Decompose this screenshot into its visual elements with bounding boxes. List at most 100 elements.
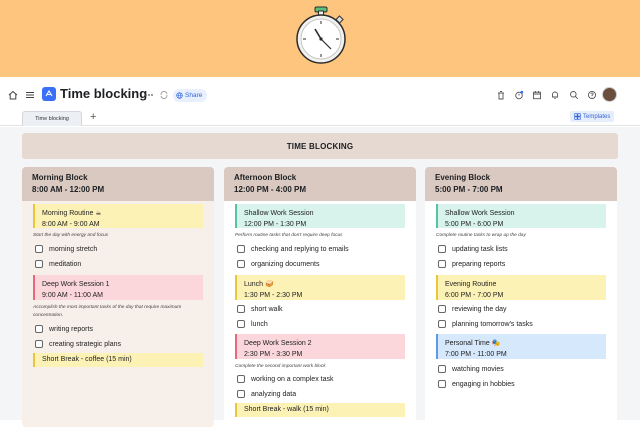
templates-label: Templates bbox=[583, 113, 611, 120]
block-title: Deep Work Session 2 bbox=[244, 340, 312, 347]
board-header: TIME BLOCKING bbox=[22, 133, 618, 159]
avatar[interactable] bbox=[602, 87, 617, 102]
checkbox[interactable] bbox=[237, 245, 245, 253]
column-morning: Morning Block 8:00 AM - 12:00 PM Morning… bbox=[22, 167, 214, 427]
checkbox[interactable] bbox=[237, 390, 245, 398]
column-title: Morning Block bbox=[32, 173, 88, 182]
checkbox[interactable] bbox=[438, 245, 446, 253]
checkbox[interactable] bbox=[438, 365, 446, 373]
block-note: Accomplish the most important tasks of t… bbox=[33, 305, 182, 318]
block-title: Evening Routine bbox=[445, 281, 497, 288]
checkbox[interactable] bbox=[438, 260, 446, 268]
column-evening: Evening Block 5:00 PM - 7:00 PM Shallow … bbox=[425, 167, 617, 427]
task-item[interactable]: morning stretch bbox=[35, 245, 97, 253]
add-tab-button[interactable]: + bbox=[90, 111, 96, 124]
checkbox[interactable] bbox=[237, 375, 245, 383]
time-block[interactable]: Morning Routine ☕ 8:00 AM - 9:00 AM bbox=[33, 204, 203, 228]
task-item[interactable]: creating strategic plans bbox=[35, 340, 121, 348]
block-title: Deep Work Session 1 bbox=[42, 281, 110, 288]
task-label: preparing reports bbox=[452, 260, 506, 268]
checkbox[interactable] bbox=[237, 305, 245, 313]
task-label: watching movies bbox=[452, 365, 504, 373]
time-block[interactable]: Short Break - coffee (15 min) bbox=[33, 353, 203, 367]
time-block[interactable]: Deep Work Session 1 9:00 AM - 11:00 AM bbox=[33, 275, 203, 300]
column-afternoon: Afternoon Block 12:00 PM - 4:00 PM Shall… bbox=[224, 167, 416, 427]
more-icon[interactable] bbox=[141, 87, 157, 103]
checkbox[interactable] bbox=[438, 305, 446, 313]
search-icon[interactable] bbox=[566, 87, 582, 103]
task-label: reviewing the day bbox=[452, 305, 507, 313]
task-label: writing reports bbox=[49, 325, 93, 333]
column-time: 8:00 AM - 12:00 PM bbox=[32, 185, 105, 194]
column-header: Evening Block 5:00 PM - 7:00 PM bbox=[425, 167, 617, 201]
checkbox[interactable] bbox=[237, 320, 245, 328]
calendar-icon[interactable] bbox=[529, 87, 545, 103]
column-time: 12:00 PM - 4:00 PM bbox=[234, 185, 307, 194]
time-block[interactable]: Shallow Work Session 12:00 PM - 1:30 PM bbox=[235, 204, 405, 228]
bell-icon[interactable] bbox=[547, 87, 563, 103]
task-item[interactable]: watching movies bbox=[438, 365, 504, 373]
task-item[interactable]: organizing documents bbox=[237, 260, 320, 268]
doc-icon bbox=[42, 87, 56, 101]
task-label: engaging in hobbies bbox=[452, 380, 515, 388]
share-button[interactable]: Share bbox=[173, 89, 208, 102]
checkbox[interactable] bbox=[35, 245, 43, 253]
checkbox[interactable] bbox=[35, 340, 43, 348]
time-block[interactable]: Shallow Work Session 5:00 PM - 6:00 PM bbox=[436, 204, 606, 228]
templates-icon bbox=[574, 113, 581, 120]
timer-icon[interactable] bbox=[511, 87, 527, 103]
column-title: Afternoon Block bbox=[234, 173, 297, 182]
task-item[interactable]: updating task lists bbox=[438, 245, 508, 253]
block-time: 7:00 PM - 11:00 PM bbox=[445, 351, 507, 358]
task-item[interactable]: planning tomorrow's tasks bbox=[438, 320, 533, 328]
block-time: 6:00 PM - 7:00 PM bbox=[445, 292, 504, 299]
task-item[interactable]: lunch bbox=[237, 320, 268, 328]
block-title: Shallow Work Session bbox=[244, 210, 314, 217]
sync-icon[interactable] bbox=[156, 87, 172, 103]
block-time: 12:00 PM - 1:30 PM bbox=[244, 221, 307, 228]
column-time: 5:00 PM - 7:00 PM bbox=[435, 185, 503, 194]
block-note: Complete the second important work block bbox=[235, 364, 326, 369]
time-block[interactable]: Lunch 🥪 1:30 PM - 2:30 PM bbox=[235, 275, 405, 300]
tab-time-blocking[interactable]: Time blocking bbox=[22, 111, 82, 126]
templates-button[interactable]: Templates bbox=[570, 111, 615, 122]
home-icon[interactable] bbox=[5, 87, 21, 103]
checkbox[interactable] bbox=[35, 325, 43, 333]
trash-icon[interactable] bbox=[493, 87, 509, 103]
task-item[interactable]: writing reports bbox=[35, 325, 93, 333]
stopwatch-icon bbox=[296, 6, 346, 64]
task-label: short walk bbox=[251, 305, 283, 313]
task-item[interactable]: reviewing the day bbox=[438, 305, 506, 313]
block-title: Lunch 🥪 bbox=[244, 281, 274, 288]
checkbox[interactable] bbox=[438, 380, 446, 388]
page-title: Time blocking bbox=[60, 86, 148, 101]
time-block[interactable]: Personal Time 🎭 7:00 PM - 11:00 PM bbox=[436, 334, 606, 359]
column-header: Afternoon Block 12:00 PM - 4:00 PM bbox=[224, 167, 416, 201]
globe-icon bbox=[176, 92, 183, 99]
column-header: Morning Block 8:00 AM - 12:00 PM bbox=[22, 167, 214, 201]
task-label: organizing documents bbox=[251, 260, 320, 268]
task-label: lunch bbox=[251, 320, 268, 328]
task-item[interactable]: short walk bbox=[237, 305, 283, 313]
task-label: planning tomorrow's tasks bbox=[452, 320, 533, 328]
time-block[interactable]: Evening Routine 6:00 PM - 7:00 PM bbox=[436, 275, 606, 300]
time-block[interactable]: Deep Work Session 2 2:30 PM - 3:30 PM bbox=[235, 334, 405, 359]
task-item[interactable]: checking and replying to emails bbox=[237, 245, 349, 253]
task-item[interactable]: meditation bbox=[35, 260, 81, 268]
time-block[interactable]: Short Break - walk (15 min) bbox=[235, 403, 405, 417]
menu-icon[interactable] bbox=[22, 87, 38, 103]
task-item[interactable]: analyzing data bbox=[237, 390, 296, 398]
column-title: Evening Block bbox=[435, 173, 491, 182]
checkbox[interactable] bbox=[35, 260, 43, 268]
task-item[interactable]: preparing reports bbox=[438, 260, 505, 268]
task-item[interactable]: working on a complex task bbox=[237, 375, 333, 383]
task-label: working on a complex task bbox=[251, 375, 334, 383]
block-title: Short Break - walk (15 min) bbox=[244, 406, 329, 413]
block-time: 1:30 PM - 2:30 PM bbox=[244, 292, 303, 299]
checkbox[interactable] bbox=[438, 320, 446, 328]
share-label: Share bbox=[185, 92, 203, 99]
checkbox[interactable] bbox=[237, 260, 245, 268]
task-item[interactable]: engaging in hobbies bbox=[438, 380, 515, 388]
help-icon[interactable] bbox=[584, 87, 600, 103]
block-note: Perform routine tasks that don't require… bbox=[235, 233, 343, 238]
